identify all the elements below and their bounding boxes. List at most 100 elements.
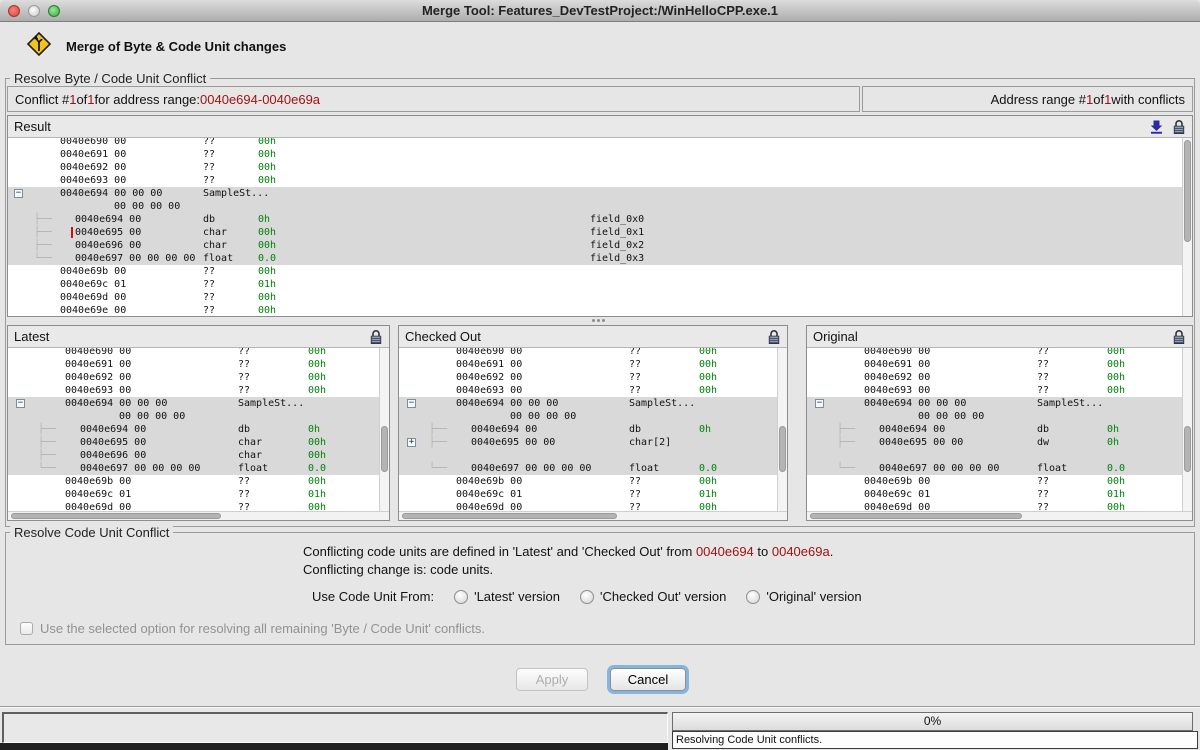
merge-header: Merge of Byte & Code Unit changes: [26, 31, 286, 62]
listing-row[interactable]: 0040e693 00??00h: [807, 384, 1182, 397]
listing-row[interactable]: +├──0040e695 00 00char[2]: [399, 436, 777, 449]
lock-icon[interactable]: [767, 329, 781, 345]
conflict-description-line1: Conflicting code units are defined in 'L…: [303, 544, 833, 559]
scrollbar-thumb[interactable]: [11, 513, 221, 519]
listing-row[interactable]: └──0040e697 00 00 00 00float0.0field_0x3: [8, 252, 1182, 265]
listing-row[interactable]: ├──0040e696 00char00h: [8, 449, 379, 462]
listing-row[interactable]: 0040e69b 00??00h: [399, 475, 777, 488]
horizontal-scrollbar[interactable]: [8, 511, 389, 520]
lock-icon[interactable]: [369, 329, 383, 345]
listing-row[interactable]: 0040e69b 00??00h: [8, 475, 379, 488]
radio-latest-version[interactable]: 'Latest' version: [454, 589, 560, 604]
listing-row[interactable]: 0040e691 00??00h: [8, 148, 1182, 161]
listing-row[interactable]: 0040e690 00??00h: [8, 348, 379, 358]
listing-row[interactable]: −0040e694 00 00 00SampleSt...: [8, 187, 1182, 200]
scrollbar-thumb[interactable]: [1184, 140, 1191, 242]
listing-row[interactable]: [807, 449, 1182, 462]
listing-row[interactable]: └──0040e697 00 00 00 00float0.0: [399, 462, 777, 475]
listing-row[interactable]: 0040e69c 01??01h: [8, 488, 379, 501]
apply-to-all-checkbox-row: Use the selected option for resolving al…: [20, 621, 485, 636]
listing-row[interactable]: 0040e69d 00??00h: [8, 501, 379, 511]
listing-row[interactable]: └──0040e697 00 00 00 00float0.0: [807, 462, 1182, 475]
listing-row[interactable]: 0040e69c 01??01h: [807, 488, 1182, 501]
listing-row[interactable]: 0040e692 00??00h: [8, 371, 379, 384]
listing-row[interactable]: ├──0040e694 00db0h: [8, 423, 379, 436]
listing-row[interactable]: 0040e693 00??00h: [8, 174, 1182, 187]
checked-out-listing: 0040e690 00??00h0040e691 00??00h0040e692…: [399, 348, 777, 511]
listing-row[interactable]: 0040e692 00??00h: [399, 371, 777, 384]
listing-row[interactable]: 0040e690 00??00h: [807, 348, 1182, 358]
listing-row[interactable]: ├──0040e695 00 00dw0h: [807, 436, 1182, 449]
listing-row[interactable]: ├──0040e696 00char00hfield_0x2: [8, 239, 1182, 252]
lock-icon[interactable]: [1172, 329, 1186, 345]
listing-row[interactable]: 00 00 00 00: [8, 200, 1182, 213]
listing-row[interactable]: ├──0040e695 00char00hfield_0x1: [8, 226, 1182, 239]
scrollbar-thumb[interactable]: [779, 426, 786, 472]
listing-row[interactable]: 0040e691 00??00h: [399, 358, 777, 371]
code-unit-choice-row: Use Code Unit From: 'Latest' version 'Ch…: [312, 589, 862, 604]
listing-row[interactable]: ├──0040e695 00char00h: [8, 436, 379, 449]
listing-row[interactable]: └──0040e697 00 00 00 00float0.0: [8, 462, 379, 475]
radio-checked-out-version[interactable]: 'Checked Out' version: [580, 589, 726, 604]
listing-row[interactable]: [399, 449, 777, 462]
vertical-scrollbar[interactable]: [1182, 138, 1192, 316]
vertical-scrollbar[interactable]: [1182, 348, 1192, 511]
vertical-scrollbar[interactable]: [379, 348, 389, 511]
listing-row[interactable]: 0040e690 00??00h: [8, 138, 1182, 148]
scrollbar-thumb[interactable]: [402, 513, 617, 519]
radio-circle[interactable]: [580, 590, 594, 604]
collapse-icon[interactable]: −: [407, 399, 416, 408]
listing-row[interactable]: −0040e694 00 00 00SampleSt...: [399, 397, 777, 410]
listing-row[interactable]: 0040e692 00??00h: [8, 161, 1182, 174]
listing-row[interactable]: ├──0040e694 00db0hfield_0x0: [8, 213, 1182, 226]
listing-row[interactable]: ├──0040e694 00db0h: [807, 423, 1182, 436]
statusbar-separator: [0, 706, 1200, 708]
expand-icon[interactable]: +: [407, 438, 416, 447]
listing-row[interactable]: −0040e694 00 00 00SampleSt...: [807, 397, 1182, 410]
listing-row[interactable]: 00 00 00 00: [8, 410, 379, 423]
listing-row[interactable]: 0040e69b 00??00h: [807, 475, 1182, 488]
listing-row[interactable]: 0040e691 00??00h: [807, 358, 1182, 371]
listing-row[interactable]: 0040e69c 01??01h: [8, 278, 1182, 291]
conflict-count-bar: Conflict #1 of 1 for address range: 0040…: [7, 86, 860, 112]
status-message-area: [2, 712, 668, 743]
listing-row[interactable]: ├──0040e694 00db0h: [399, 423, 777, 436]
progress-bar: 0%: [672, 712, 1193, 731]
listing-row[interactable]: 0040e693 00??00h: [8, 384, 379, 397]
radio-circle[interactable]: [746, 590, 760, 604]
scrollbar-thumb[interactable]: [810, 513, 1022, 519]
listing-row[interactable]: 0040e692 00??00h: [807, 371, 1182, 384]
scrollbar-thumb[interactable]: [381, 426, 388, 472]
listing-row[interactable]: 0040e69b 00??00h: [8, 265, 1182, 278]
listing-row[interactable]: 0040e69d 00??00h: [8, 291, 1182, 304]
listing-row[interactable]: 0040e690 00??00h: [399, 348, 777, 358]
merge-phase-title: Merge of Byte & Code Unit changes: [66, 39, 286, 54]
listing-row[interactable]: 0040e691 00??00h: [8, 358, 379, 371]
listing-row[interactable]: 0040e693 00??00h: [399, 384, 777, 397]
collapse-icon[interactable]: −: [16, 399, 25, 408]
listing-row[interactable]: 0040e69e 00??00h: [8, 304, 1182, 316]
collapse-icon[interactable]: −: [815, 399, 824, 408]
listing-row[interactable]: 0040e69d 00??00h: [399, 501, 777, 511]
latest-listing: 0040e690 00??00h0040e691 00??00h0040e692…: [8, 348, 379, 511]
horizontal-scrollbar[interactable]: [807, 511, 1192, 520]
listing-row[interactable]: 0040e69c 01??01h: [399, 488, 777, 501]
latest-panel: Latest 0040e690 00??00h0040e691 00??00h0…: [7, 325, 390, 521]
splitter-handle[interactable]: [592, 319, 605, 322]
radio-original-version[interactable]: 'Original' version: [746, 589, 861, 604]
listing-row[interactable]: 0040e69d 00??00h: [807, 501, 1182, 511]
lock-icon[interactable]: [1172, 119, 1186, 135]
collapse-icon[interactable]: −: [14, 189, 23, 198]
listing-row[interactable]: 00 00 00 00: [807, 410, 1182, 423]
radio-circle[interactable]: [454, 590, 468, 604]
vertical-scrollbar[interactable]: [777, 348, 787, 511]
window-title: Merge Tool: Features_DevTestProject:/Win…: [0, 3, 1200, 18]
cancel-button[interactable]: Cancel: [610, 668, 686, 691]
scroll-to-bottom-icon[interactable]: [1150, 119, 1163, 134]
horizontal-scrollbar[interactable]: [399, 511, 787, 520]
radio-label: 'Latest' version: [474, 589, 560, 604]
listing-row[interactable]: −0040e694 00 00 00SampleSt...: [8, 397, 379, 410]
merge-sign-icon: [26, 31, 52, 62]
listing-row[interactable]: 00 00 00 00: [399, 410, 777, 423]
scrollbar-thumb[interactable]: [1184, 426, 1191, 472]
